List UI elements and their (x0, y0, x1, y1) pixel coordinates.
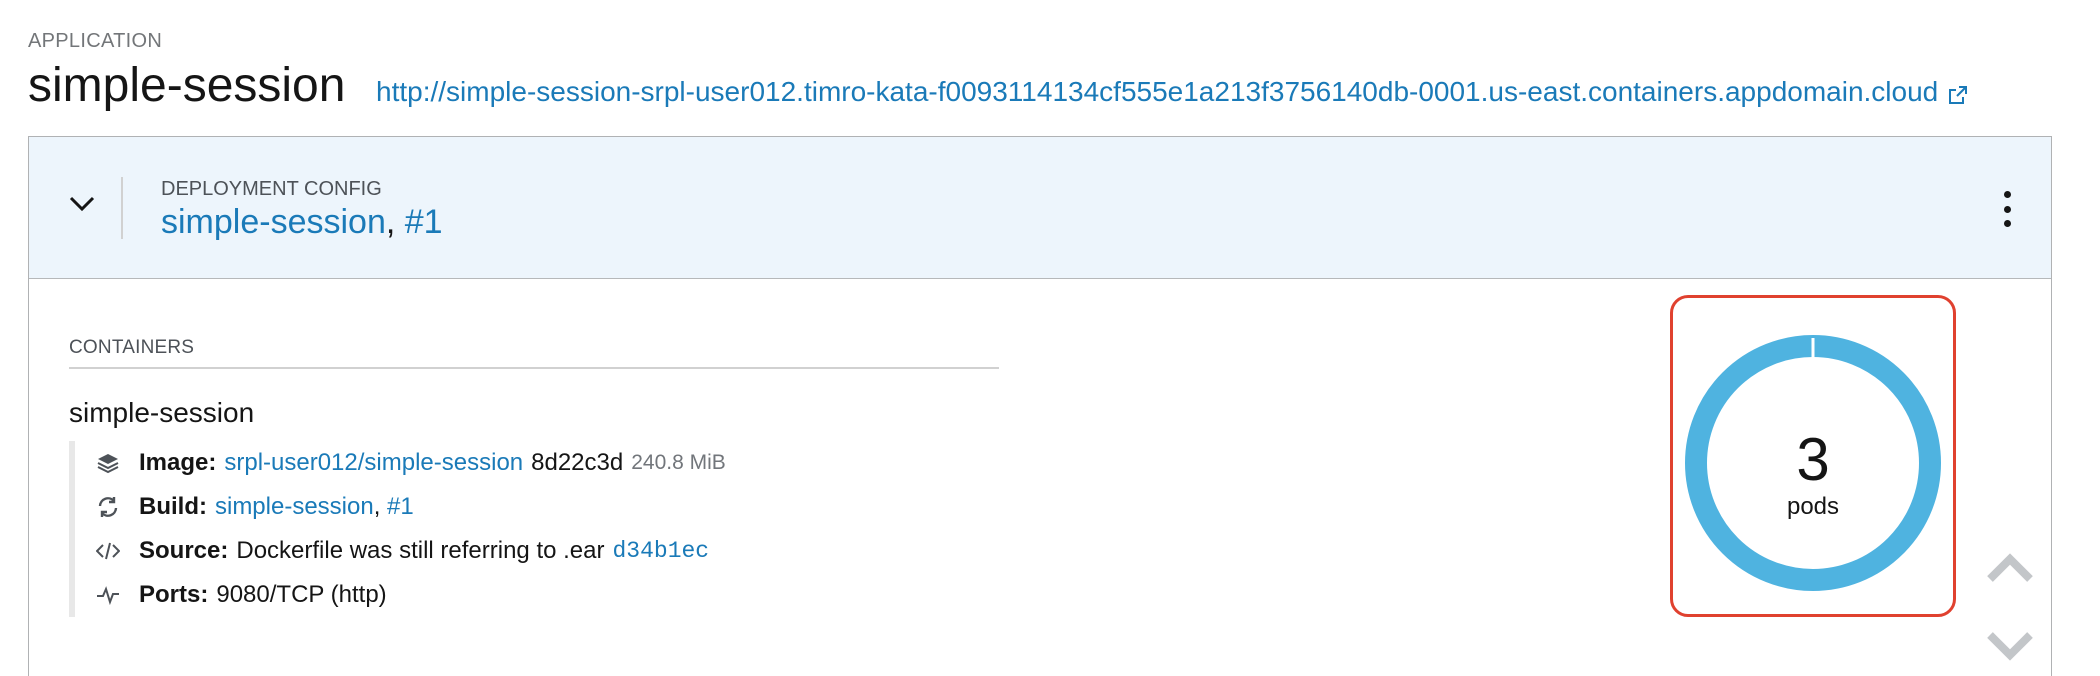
deployment-card-header: DEPLOYMENT CONFIG simple-session, #1 (29, 137, 2051, 279)
ports-row: Ports: 9080/TCP (http) (95, 573, 999, 617)
source-label: Source: (139, 537, 229, 564)
pods-highlight-box: 3 pods (1670, 295, 1956, 617)
source-commit-link[interactable]: d34b1ec (612, 538, 709, 564)
pod-count: 3 (1796, 426, 1830, 493)
containers-heading: CONTAINERS (69, 337, 999, 369)
code-icon (95, 538, 121, 564)
pulse-icon (95, 582, 121, 608)
layers-icon (95, 450, 121, 476)
deployment-card: DEPLOYMENT CONFIG simple-session, #1 CON… (28, 136, 2052, 676)
kebab-dot (2003, 220, 2011, 227)
build-label: Build: (139, 493, 207, 520)
deployment-revision-link[interactable]: #1 (405, 203, 443, 241)
container-details: Image: srpl-user012/simple-session 8d22c… (69, 441, 999, 617)
ports-value: 9080/TCP (http) (216, 581, 387, 608)
route-url[interactable]: http://simple-session-srpl-user012.timro… (376, 78, 1938, 106)
chevron-down-icon[interactable] (1984, 629, 2036, 663)
source-message: Dockerfile was still referring to .ear (236, 537, 605, 564)
image-row: Image: srpl-user012/simple-session 8d22c… (95, 441, 999, 485)
header-divider (121, 177, 123, 239)
build-row: Build: simple-session, #1 (95, 485, 999, 529)
deployment-title: simple-session, #1 (161, 203, 443, 242)
kebab-dot (2003, 205, 2011, 213)
build-separator: , (373, 493, 381, 520)
application-kicker: APPLICATION (28, 30, 163, 52)
external-link-icon (1948, 82, 1968, 104)
container-name: simple-session (69, 397, 255, 428)
build-number-link[interactable]: #1 (387, 493, 414, 521)
chevron-up-icon[interactable] (1984, 551, 2036, 585)
image-label: Image: (139, 449, 217, 476)
source-row: Source: Dockerfile was still referring t… (95, 529, 999, 573)
ports-label: Ports: (139, 581, 209, 608)
application-title: simple-session (28, 59, 346, 112)
kebab-menu-icon[interactable] (2001, 191, 2013, 227)
deployment-name-link[interactable]: simple-session (161, 203, 386, 241)
deployment-kicker: DEPLOYMENT CONFIG (161, 178, 382, 200)
chevron-down-icon[interactable] (67, 189, 97, 219)
containers-section: CONTAINERS simple-session Image: srpl-us… (69, 337, 999, 617)
kebab-dot (2003, 191, 2011, 198)
pod-unit: pods (1786, 493, 1840, 520)
image-repo-link[interactable]: srpl-user012/simple-session (224, 449, 523, 477)
refresh-icon (95, 494, 121, 520)
image-digest: 8d22c3d (531, 449, 624, 476)
image-size: 240.8 MiB (631, 451, 726, 474)
deployment-separator: , (385, 203, 396, 241)
application-header: APPLICATION simple-session http://simple… (28, 30, 2088, 120)
route-link[interactable]: http://simple-session-srpl-user012.timro… (376, 78, 1968, 106)
build-name-link[interactable]: simple-session (215, 493, 374, 521)
